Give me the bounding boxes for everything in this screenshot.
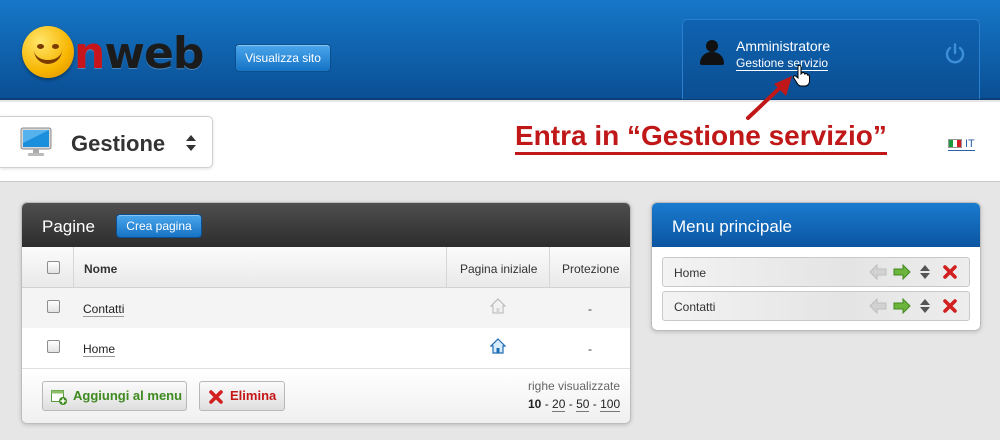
- smiley-logo-icon: [22, 26, 74, 78]
- manage-service-link[interactable]: Gestione servizio: [736, 56, 829, 71]
- delete-icon: [209, 390, 223, 404]
- rows-option-20[interactable]: 20: [552, 397, 566, 412]
- pages-panel: Pagine Crea pagina Nome Pagina iniziale …: [21, 202, 631, 424]
- app-logo[interactable]: nweb: [22, 22, 204, 80]
- home-active-icon[interactable]: [490, 338, 506, 354]
- section-selector[interactable]: Gestione: [0, 116, 213, 168]
- rows-option-100[interactable]: 100: [600, 397, 621, 412]
- arrow-left-icon[interactable]: [869, 298, 887, 314]
- logo-text: nweb: [74, 28, 204, 79]
- monitor-icon: [20, 127, 52, 156]
- remove-icon[interactable]: [942, 264, 958, 280]
- table-footer: Aggiungi al menu Elimina righe visualizz…: [22, 368, 630, 423]
- arrow-right-icon[interactable]: [893, 298, 911, 314]
- view-site-button[interactable]: Visualizza sito: [235, 44, 331, 72]
- user-box: Amministratore Gestione servizio: [682, 19, 980, 99]
- pages-panel-title: Pagine: [42, 217, 95, 236]
- select-all-checkbox[interactable]: [47, 261, 60, 274]
- row-checkbox[interactable]: [47, 300, 60, 313]
- rows-option-50[interactable]: 50: [576, 397, 590, 412]
- section-bar: Gestione Entra in “Gestione servizio” IT: [0, 102, 1000, 182]
- arrow-right-icon[interactable]: [893, 264, 911, 280]
- table-header: Nome Pagina iniziale Protezione: [22, 247, 630, 288]
- annotation-arrow-icon: [746, 76, 792, 120]
- remove-icon[interactable]: [942, 298, 958, 314]
- user-name: Amministratore: [736, 38, 831, 54]
- column-header-home-page: Pagina iniziale: [460, 262, 538, 276]
- column-header-protection: Protezione: [562, 262, 620, 276]
- up-down-icon[interactable]: [919, 298, 931, 314]
- delete-button[interactable]: Elimina: [199, 381, 285, 411]
- section-title: Gestione: [71, 131, 166, 156]
- page-name-link[interactable]: Home: [83, 342, 116, 357]
- rows-option-10[interactable]: 10: [528, 397, 541, 411]
- annotation-text: Entra in “Gestione servizio”: [515, 120, 887, 155]
- row-checkbox[interactable]: [47, 340, 60, 353]
- user-avatar-icon: [699, 40, 725, 66]
- arrow-left-icon[interactable]: [869, 264, 887, 280]
- main-menu-panel: Menu principale Home Contatti: [651, 202, 981, 331]
- language-selector[interactable]: IT: [948, 138, 975, 151]
- main-menu-header: Menu principale: [652, 203, 980, 247]
- protection-value: -: [588, 302, 592, 316]
- home-inactive-icon[interactable]: [490, 298, 506, 314]
- menu-item[interactable]: Home: [662, 257, 970, 287]
- table-row: Home -: [22, 328, 630, 368]
- add-to-menu-button[interactable]: Aggiungi al menu: [42, 381, 187, 411]
- pages-panel-header: Pagine Crea pagina: [22, 203, 630, 247]
- top-bar: nweb Visualizza sito Amministratore Gest…: [0, 0, 1000, 100]
- add-to-menu-icon: [51, 390, 67, 405]
- up-down-arrows-icon[interactable]: [186, 135, 196, 151]
- main-menu-title: Menu principale: [672, 217, 793, 236]
- page-name-link[interactable]: Contatti: [83, 302, 125, 317]
- rows-shown-label: righe visualizzate: [528, 379, 621, 393]
- up-down-icon[interactable]: [919, 264, 931, 280]
- rows-per-page-selector: 10 - 20 - 50 - 100: [528, 397, 621, 412]
- menu-item-label: Contatti: [674, 300, 716, 314]
- menu-item-label: Home: [674, 266, 707, 280]
- power-icon[interactable]: [943, 42, 967, 66]
- create-page-button[interactable]: Crea pagina: [116, 214, 202, 238]
- table-row: Contatti -: [22, 288, 630, 328]
- menu-item[interactable]: Contatti: [662, 291, 970, 321]
- column-header-name[interactable]: Nome: [84, 262, 117, 276]
- italy-flag-icon: [948, 139, 962, 148]
- protection-value: -: [588, 342, 592, 356]
